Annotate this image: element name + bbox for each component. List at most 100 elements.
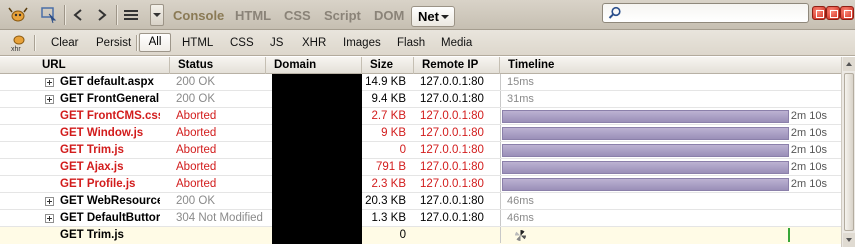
request-remote-ip: 127.0.0.1:80 bbox=[420, 127, 484, 139]
request-domain-redacted bbox=[272, 125, 362, 142]
request-status: Aborted bbox=[176, 127, 217, 139]
tab-dom[interactable]: DOM bbox=[370, 7, 408, 25]
tab-html[interactable]: HTML bbox=[231, 7, 275, 25]
request-domain-redacted bbox=[272, 108, 362, 125]
filter-xhr-button[interactable]: XHR bbox=[302, 37, 326, 50]
filter-divider bbox=[136, 35, 137, 51]
request-status: 304 Not Modified bbox=[176, 212, 263, 224]
table-row[interactable]: GET DefaultButtor 304 Not Modified 1.3 K… bbox=[0, 210, 841, 227]
chevron-down-icon bbox=[441, 15, 449, 19]
request-timeline: 2m 10s bbox=[500, 176, 841, 192]
request-url: GET Trim.js bbox=[60, 229, 124, 241]
tab-net-label: Net bbox=[418, 9, 439, 24]
filter-all-button[interactable]: All bbox=[139, 33, 171, 52]
request-size: 1.3 KB bbox=[371, 212, 406, 224]
toolbar-divider bbox=[116, 5, 117, 25]
expand-icon[interactable] bbox=[45, 197, 54, 206]
filter-media-button[interactable]: Media bbox=[441, 37, 472, 50]
tab-css[interactable]: CSS bbox=[280, 7, 315, 25]
timeline-bar bbox=[502, 144, 789, 157]
timeline-bar bbox=[502, 161, 789, 174]
request-size: 14.9 KB bbox=[365, 76, 406, 88]
inspect-icon[interactable] bbox=[38, 4, 60, 26]
expand-icon[interactable] bbox=[45, 214, 54, 223]
request-size: 791 B bbox=[375, 161, 406, 173]
request-url: GET Trim.js bbox=[60, 144, 124, 156]
firebug-icon[interactable] bbox=[6, 4, 30, 26]
request-size: 2.7 KB bbox=[371, 110, 406, 122]
minimize-icon[interactable] bbox=[812, 6, 826, 20]
table-row-pending[interactable]: GET Trim.js 0 bbox=[0, 227, 841, 244]
request-url: GET Window.js bbox=[60, 127, 144, 139]
request-status: 200 OK bbox=[176, 76, 215, 88]
search-input[interactable] bbox=[625, 5, 805, 21]
scrollbar-thumb[interactable] bbox=[844, 73, 854, 231]
timeline-duration: 46ms bbox=[507, 212, 534, 224]
filter-css-button[interactable]: CSS bbox=[230, 37, 254, 50]
chevron-up-icon bbox=[846, 62, 852, 66]
net-request-table: URL Status Domain Size Remote IP Timelin… bbox=[0, 57, 841, 247]
expand-icon[interactable] bbox=[45, 95, 54, 104]
request-timeline: 31ms bbox=[500, 91, 841, 107]
table-row[interactable]: GET default.aspx 200 OK 14.9 KB 127.0.0.… bbox=[0, 74, 841, 91]
table-row[interactable]: GET Ajax.js Aborted 791 B 127.0.0.1:80 2… bbox=[0, 159, 841, 176]
column-header-status[interactable]: Status bbox=[170, 57, 266, 74]
request-url: GET default.aspx bbox=[60, 76, 154, 88]
menu-icon[interactable] bbox=[120, 4, 142, 26]
table-row[interactable]: GET Window.js Aborted 9 KB 127.0.0.1:80 … bbox=[0, 125, 841, 142]
table-row[interactable]: GET WebResource 200 OK 20.3 KB 127.0.0.1… bbox=[0, 193, 841, 210]
request-url: GET WebResource bbox=[60, 195, 160, 207]
firebug-toolbar: Console HTML CSS Script DOM Net bbox=[0, 0, 855, 30]
request-size: 0 bbox=[399, 144, 406, 156]
persist-button[interactable]: Persist bbox=[96, 37, 131, 50]
back-icon[interactable] bbox=[68, 4, 88, 26]
tab-net[interactable]: Net bbox=[411, 6, 455, 27]
timeline-duration: 2m 10s bbox=[790, 144, 827, 156]
column-header-domain[interactable]: Domain bbox=[266, 57, 362, 74]
search-field[interactable] bbox=[602, 3, 809, 23]
load-event-marker bbox=[788, 228, 790, 242]
table-row[interactable]: GET FrontGeneral 200 OK 9.4 KB 127.0.0.1… bbox=[0, 91, 841, 108]
request-timeline: 15ms bbox=[500, 74, 841, 90]
tab-script[interactable]: Script bbox=[320, 7, 365, 25]
request-domain-redacted bbox=[272, 159, 362, 176]
request-url: GET FrontGeneral bbox=[60, 93, 160, 105]
column-header-url[interactable]: URL bbox=[34, 57, 170, 74]
request-remote-ip: 127.0.0.1:80 bbox=[420, 93, 484, 105]
timeline-bar bbox=[502, 178, 789, 191]
panel-menu-button[interactable] bbox=[150, 4, 164, 26]
filter-images-button[interactable]: Images bbox=[343, 37, 381, 50]
filter-divider bbox=[34, 35, 35, 51]
request-status: Aborted bbox=[176, 110, 217, 122]
request-domain-redacted bbox=[272, 74, 362, 91]
toolbar-divider bbox=[64, 5, 65, 25]
expand-icon[interactable] bbox=[45, 78, 54, 87]
search-icon bbox=[608, 6, 622, 23]
request-status: 200 OK bbox=[176, 93, 215, 105]
request-remote-ip: 127.0.0.1:80 bbox=[420, 178, 484, 190]
timeline-duration: 15ms bbox=[507, 76, 534, 88]
tab-console[interactable]: Console bbox=[169, 7, 228, 25]
request-status: Aborted bbox=[176, 178, 217, 190]
table-row[interactable]: GET Trim.js Aborted 0 127.0.0.1:80 2m 10… bbox=[0, 142, 841, 159]
loading-spinner-icon bbox=[515, 230, 526, 241]
table-row[interactable]: GET Profile.js Aborted 2.3 KB 127.0.0.1:… bbox=[0, 176, 841, 193]
request-size: 0 bbox=[399, 229, 406, 241]
request-timeline: 2m 10s bbox=[500, 142, 841, 158]
filter-html-button[interactable]: HTML bbox=[182, 37, 213, 50]
column-header-remote-ip[interactable]: Remote IP bbox=[414, 57, 500, 74]
column-header-size[interactable]: Size bbox=[362, 57, 414, 74]
forward-icon[interactable] bbox=[92, 4, 112, 26]
filter-flash-button[interactable]: Flash bbox=[397, 37, 425, 50]
table-row[interactable]: GET FrontCMS.css Aborted 2.7 KB 127.0.0.… bbox=[0, 108, 841, 125]
column-header-timeline[interactable]: Timeline bbox=[500, 57, 841, 74]
timeline-duration: 2m 10s bbox=[790, 178, 827, 190]
clear-button[interactable]: Clear bbox=[51, 37, 78, 50]
request-remote-ip bbox=[420, 227, 500, 243]
scroll-down-button[interactable] bbox=[843, 233, 855, 247]
vertical-scrollbar[interactable] bbox=[841, 57, 855, 247]
restore-icon[interactable] bbox=[826, 6, 840, 20]
filter-js-button[interactable]: JS bbox=[270, 37, 283, 50]
scroll-up-button[interactable] bbox=[843, 57, 855, 71]
close-icon[interactable] bbox=[840, 6, 854, 20]
